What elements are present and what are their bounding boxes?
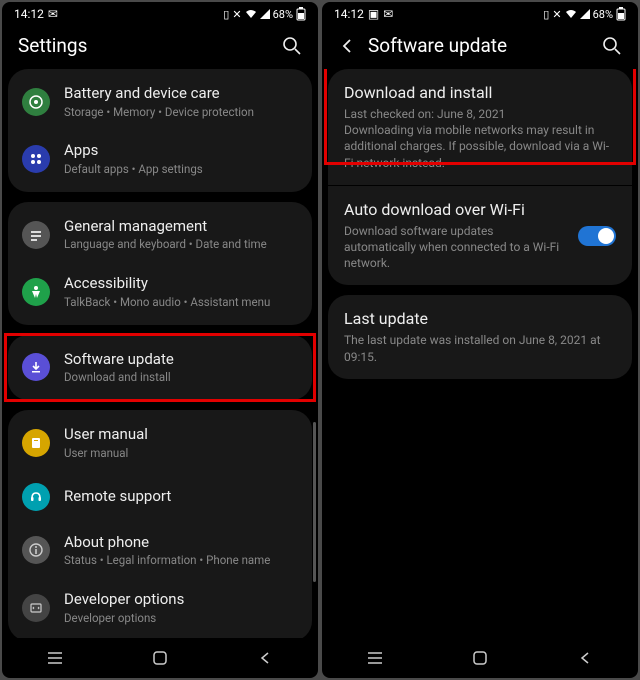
software-update-list: Download and install Last checked on: Ju… — [322, 69, 638, 638]
item-sub: Status • Legal information • Phone name — [64, 553, 298, 568]
item-sub: Default apps • App settings — [64, 162, 298, 177]
item-sub: TalkBack • Mono audio • Assistant menu — [64, 295, 298, 310]
battery-pct: 68% — [273, 8, 293, 21]
nav-bar — [2, 638, 318, 678]
gallery-icon: ▣ — [368, 7, 379, 21]
battery-icon — [296, 7, 306, 21]
card-icon: ▯ — [543, 8, 549, 21]
search-icon[interactable] — [282, 36, 302, 56]
status-time: 14:12 — [334, 7, 364, 21]
software-update-icon — [22, 353, 50, 381]
item-title: Software update — [64, 350, 298, 370]
phone-right: 14:12 ▣ ✉ ▯ ✕ 68% Software update — [322, 2, 638, 678]
settings-item-battery[interactable]: Battery and device care Storage • Memory… — [8, 73, 312, 130]
item-sub-line1: Last checked on: June 8, 2021 — [344, 106, 616, 122]
settings-item-accessibility[interactable]: Accessibility TalkBack • Mono audio • As… — [8, 263, 312, 320]
item-sub: Developer options — [64, 611, 298, 626]
item-title: Apps — [64, 141, 298, 161]
nav-recents[interactable] — [25, 651, 85, 665]
item-sub: User manual — [64, 446, 298, 461]
settings-item-developer[interactable]: Developer options Developer options — [8, 579, 312, 636]
settings-item-about-phone[interactable]: About phone Status • Legal information •… — [8, 522, 312, 579]
settings-item-software-update[interactable]: Software update Download and install — [8, 339, 312, 396]
nav-home[interactable] — [450, 650, 510, 666]
nav-home[interactable] — [130, 650, 190, 666]
search-icon[interactable] — [602, 36, 622, 56]
item-title: Battery and device care — [64, 84, 298, 104]
nav-bar — [322, 638, 638, 678]
item-title: About phone — [64, 533, 298, 553]
signal-icon — [260, 9, 270, 19]
item-title: General management — [64, 217, 298, 237]
developer-icon — [22, 594, 50, 622]
settings-item-user-manual[interactable]: User manual User manual — [8, 414, 312, 471]
page-title: Settings — [18, 34, 87, 57]
manual-icon — [22, 429, 50, 457]
item-sub: Download and install — [64, 370, 298, 385]
item-sub-line2: Downloading via mobile networks may resu… — [344, 122, 616, 171]
battery-care-icon — [22, 88, 50, 116]
item-title: Developer options — [64, 590, 298, 610]
status-bar: 14:12 ✉ ▯ ✕ 68% — [2, 2, 318, 26]
item-title: Download and install — [344, 83, 616, 102]
item-title: Remote support — [64, 487, 298, 507]
back-icon[interactable] — [338, 37, 356, 55]
apps-icon — [22, 145, 50, 173]
battery-icon — [616, 7, 626, 21]
software-update-header: Software update — [322, 26, 638, 69]
item-sub: Download software updates automatically … — [344, 223, 568, 272]
mute-icon: ✕ — [552, 8, 561, 21]
item-sub: Storage • Memory • Device protection — [64, 105, 298, 120]
status-time: 14:12 — [14, 7, 44, 21]
accessibility-icon — [22, 278, 50, 306]
battery-pct: 68% — [593, 8, 613, 21]
status-bar: 14:12 ▣ ✉ ▯ ✕ 68% — [322, 2, 638, 26]
wifi-icon — [245, 9, 257, 19]
item-sub: Language and keyboard • Date and time — [64, 237, 298, 252]
mail-icon: ✉ — [383, 7, 393, 21]
headset-icon — [22, 483, 50, 511]
wifi-icon — [565, 9, 577, 19]
info-icon — [22, 536, 50, 564]
item-title: Last update — [344, 309, 616, 328]
nav-back[interactable] — [235, 651, 295, 665]
card-icon: ▯ — [223, 8, 229, 21]
mail-icon: ✉ — [48, 7, 58, 21]
general-icon — [22, 221, 50, 249]
last-update[interactable]: Last update The last update was installe… — [328, 295, 632, 378]
mute-icon: ✕ — [232, 8, 241, 21]
auto-download-toggle[interactable] — [578, 226, 616, 246]
nav-back[interactable] — [555, 651, 615, 665]
settings-item-remote-support[interactable]: Remote support — [8, 472, 312, 522]
item-title: Accessibility — [64, 274, 298, 294]
settings-item-apps[interactable]: Apps Default apps • App settings — [8, 130, 312, 187]
phone-left: 14:12 ✉ ▯ ✕ 68% Settings — [2, 2, 318, 678]
item-title: Auto download over Wi-Fi — [344, 200, 568, 219]
settings-list: Battery and device care Storage • Memory… — [2, 69, 318, 638]
item-sub: The last update was installed on June 8,… — [344, 332, 616, 364]
scrollbar[interactable] — [313, 422, 316, 582]
auto-download-wifi[interactable]: Auto download over Wi-Fi Download softwa… — [328, 185, 632, 286]
signal-icon — [580, 9, 590, 19]
nav-recents[interactable] — [345, 651, 405, 665]
page-title: Software update — [368, 34, 507, 57]
settings-header: Settings — [2, 26, 318, 69]
item-title: User manual — [64, 425, 298, 445]
download-and-install[interactable]: Download and install Last checked on: Ju… — [328, 69, 632, 185]
settings-item-general[interactable]: General management Language and keyboard… — [8, 206, 312, 263]
